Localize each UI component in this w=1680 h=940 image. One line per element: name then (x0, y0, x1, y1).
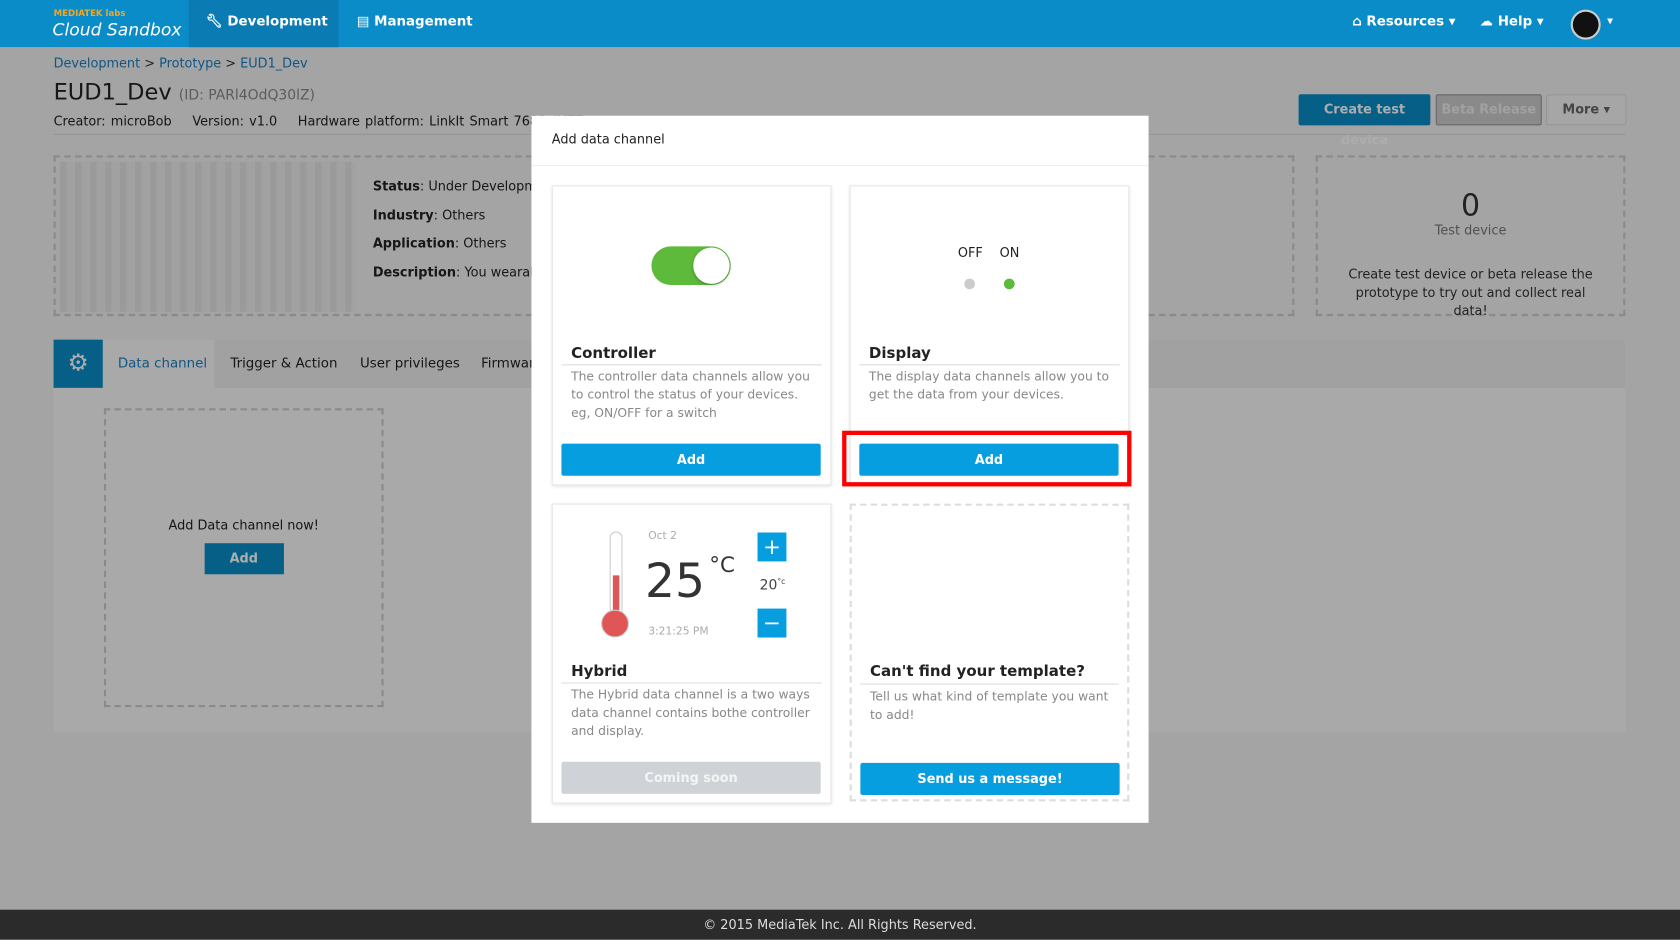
template-title: Can't find your template? (870, 663, 1085, 681)
display-title: Display (868, 345, 931, 363)
hybrid-desc: The Hybrid data channel is a two ways da… (571, 686, 810, 739)
logo-brand: MEDIATEK labs (53, 8, 126, 19)
toggle-switch-icon (651, 246, 731, 286)
off-indicator-icon (964, 278, 976, 290)
controller-desc: The controller data channels allow you t… (571, 368, 810, 421)
hybrid-card: Oct 2 25 °C 3:21:25 PM + 20°c − Hybrid T… (551, 503, 832, 804)
on-label: ON (999, 245, 1020, 261)
nav-development[interactable]: 🔧︎ Development ▾ (188, 0, 339, 72)
avatar[interactable] (1570, 9, 1601, 40)
hybrid-date: Oct 2 (648, 530, 677, 543)
hybrid-title: Hybrid (571, 663, 628, 681)
minus-icon: − (757, 608, 787, 638)
template-desc: Tell us what kind of template you want t… (870, 688, 1109, 723)
coming-soon-button[interactable]: Coming soon (561, 761, 821, 794)
document-icon: ▤ (356, 12, 370, 29)
highlight-box (842, 430, 1132, 487)
thermometer-icon (609, 531, 623, 620)
off-label: OFF (957, 245, 983, 261)
inbox-icon: ⌂ (1352, 12, 1362, 29)
hybrid-time: 3:21:25 PM (648, 625, 709, 638)
footer: © 2015 MediaTek Inc. All Rights Reserved… (0, 909, 1680, 940)
chevron-down-icon[interactable]: ▾ (1607, 14, 1613, 28)
hybrid-temperature: 25 (645, 553, 706, 609)
nav-management[interactable]: ▤ Management (357, 0, 473, 47)
on-indicator-icon (1003, 278, 1015, 290)
chat-icon: ☁ (1479, 12, 1494, 29)
modal-title: Add data channel (551, 131, 665, 147)
hybrid-setpoint: 20°c (759, 577, 786, 594)
controller-title: Controller (571, 345, 656, 363)
controller-card: Controller The controller data channels … (551, 185, 832, 486)
plus-icon: + (757, 532, 787, 562)
wrench-icon: 🔧︎ (205, 12, 223, 29)
nav-help[interactable]: ☁ Help ▾ (1480, 0, 1544, 47)
template-card: Can't find your template? Tell us what k… (849, 503, 1130, 802)
logo[interactable]: Cloud Sandbox (53, 19, 182, 39)
hybrid-unit: °C (709, 551, 735, 578)
send-message-button[interactable]: Send us a message! (860, 762, 1120, 796)
top-nav: MEDIATEK labs Cloud Sandbox 🔧︎ Developme… (0, 0, 1680, 72)
add-data-channel-modal: Add data channel Controller The controll… (531, 115, 1149, 823)
display-desc: The display data channels allow you to g… (868, 368, 1110, 402)
nav-resources[interactable]: ⌂ Resources ▾ (1352, 0, 1455, 47)
controller-add-button[interactable]: Add (561, 443, 821, 476)
